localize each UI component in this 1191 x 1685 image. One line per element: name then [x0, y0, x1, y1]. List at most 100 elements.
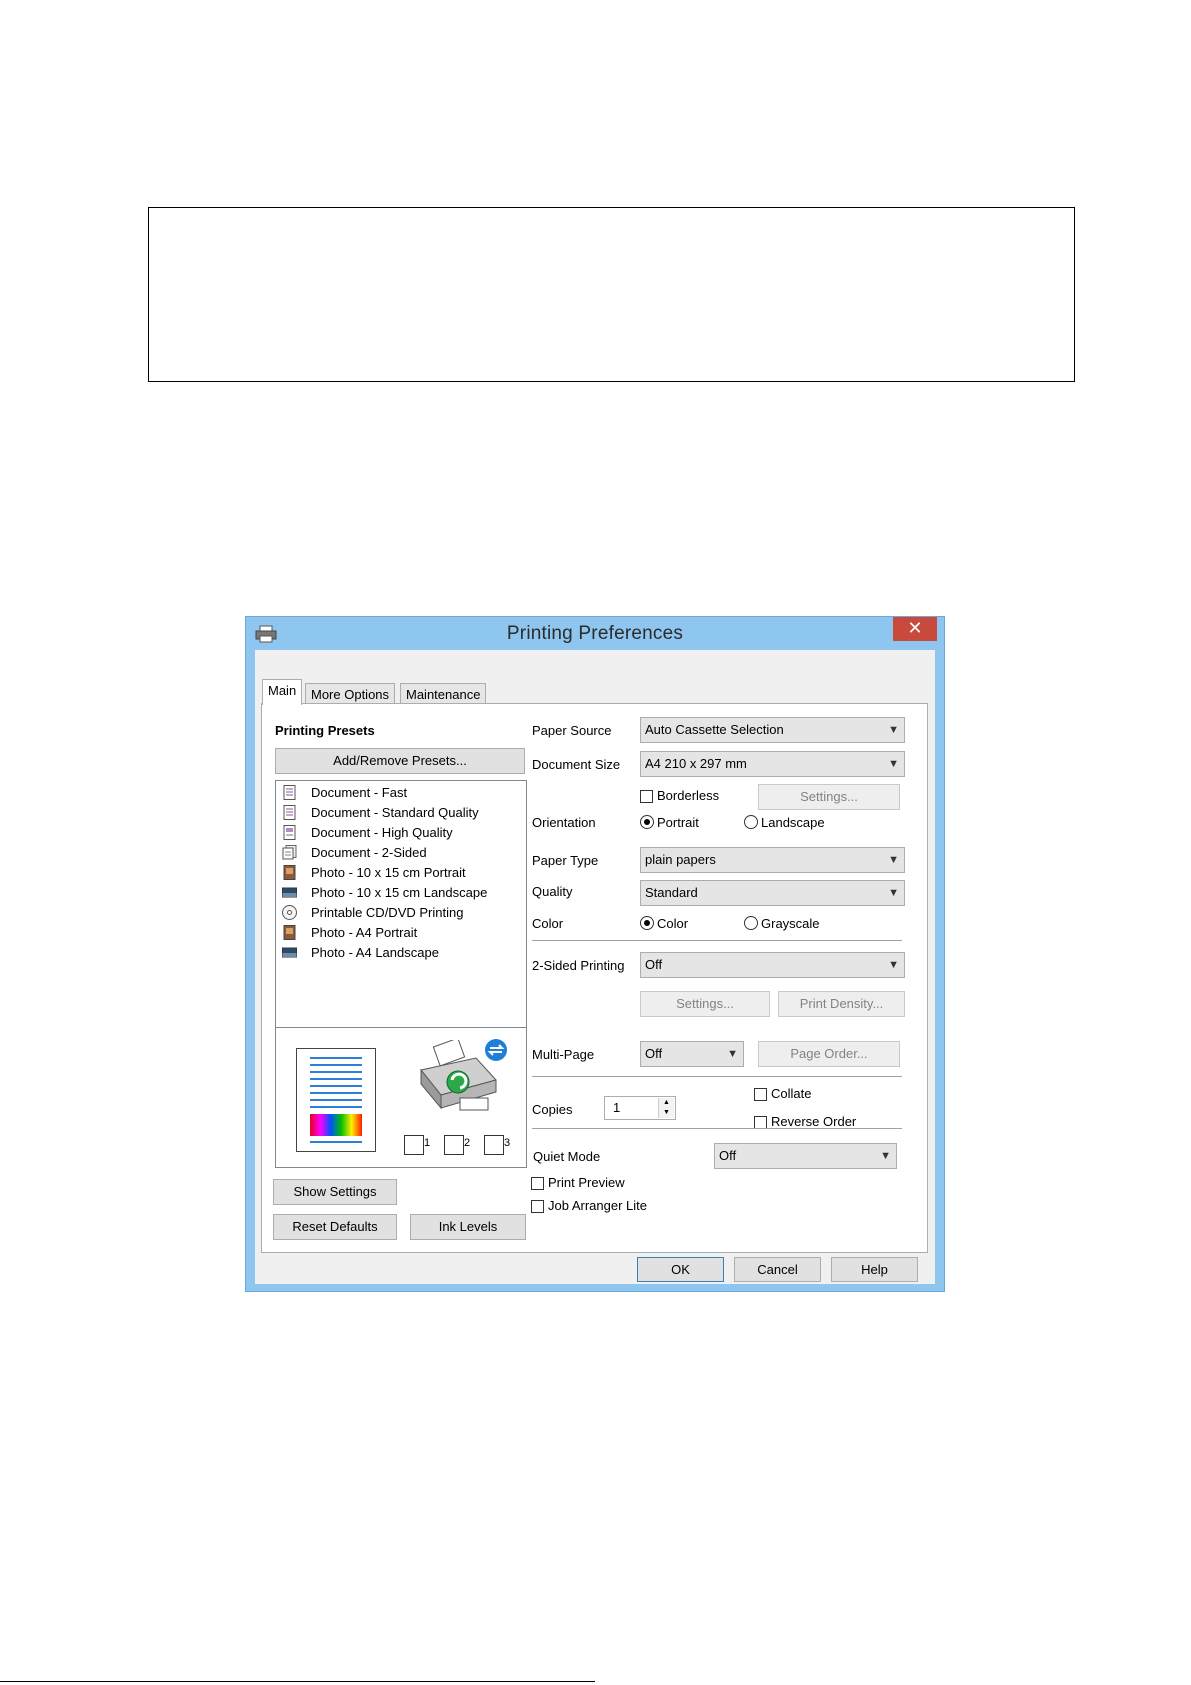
color-radio[interactable] — [640, 916, 654, 930]
chevron-down-icon: ▼ — [888, 887, 899, 899]
photo-portrait-icon — [283, 925, 296, 940]
job-arranger-label: Job Arranger Lite — [548, 1198, 648, 1213]
page-preview-icon — [296, 1048, 376, 1152]
preset-label: Document - High Quality — [311, 825, 453, 840]
borderless-checkbox[interactable] — [640, 790, 653, 803]
photo-portrait-icon — [283, 865, 296, 880]
tab-main[interactable]: Main — [262, 679, 303, 705]
borderless-settings-button[interactable]: Settings... — [758, 784, 900, 810]
print-preview-checkbox[interactable] — [531, 1177, 544, 1190]
preset-label: Photo - 10 x 15 cm Portrait — [311, 865, 466, 880]
grayscale-radio[interactable] — [744, 916, 758, 930]
two-sided-value: Off — [645, 957, 663, 972]
tab-maintenance[interactable]: Maintenance — [400, 683, 487, 705]
show-settings-button[interactable]: Show Settings — [273, 1179, 397, 1205]
dialog-client: Main More Options Maintenance Printing P… — [255, 650, 935, 1284]
title-bar[interactable]: Printing Preferences ✕ — [246, 617, 944, 649]
ok-button[interactable]: OK — [637, 1257, 724, 1282]
copy-number: 3 — [504, 1137, 511, 1149]
landscape-radio[interactable] — [744, 815, 758, 829]
document-icon — [283, 785, 296, 800]
close-icon: ✕ — [907, 618, 923, 638]
cd-dvd-icon — [282, 905, 297, 920]
document-icon — [283, 825, 296, 840]
multi-page-value: Off — [645, 1046, 663, 1061]
quiet-mode-label: Quiet Mode — [533, 1149, 601, 1164]
chevron-down-icon: ▼ — [888, 959, 899, 971]
job-arranger-checkbox[interactable] — [531, 1200, 544, 1213]
copy-page-icon — [404, 1135, 424, 1155]
copy-order-icons: 1 2 3 — [404, 1131, 514, 1157]
document-size-label: Document Size — [532, 757, 621, 772]
chevron-down-icon: ▼ — [880, 1150, 891, 1162]
reset-defaults-button[interactable]: Reset Defaults — [273, 1214, 397, 1240]
print-preview-panel: 1 2 3 — [275, 1027, 527, 1168]
preset-label: Document - 2-Sided — [311, 845, 427, 860]
paper-type-label: Paper Type — [532, 853, 599, 868]
color-label: Color — [532, 916, 564, 931]
section-divider — [532, 940, 902, 942]
refresh-icon[interactable] — [484, 1038, 508, 1062]
collate-checkbox[interactable] — [754, 1088, 767, 1101]
close-button[interactable]: ✕ — [893, 617, 937, 641]
preset-label: Printable CD/DVD Printing — [311, 905, 464, 920]
quiet-mode-value: Off — [719, 1148, 737, 1163]
print-density-button[interactable]: Print Density... — [778, 991, 905, 1017]
stepper-arrows-icon[interactable]: ▲ ▼ — [658, 1098, 674, 1118]
grayscale-label: Grayscale — [761, 916, 820, 931]
color-option-label: Color — [657, 916, 689, 931]
document-size-value: A4 210 x 297 mm — [645, 756, 747, 771]
quality-select[interactable]: Standard ▼ — [640, 880, 905, 906]
borderless-label: Borderless — [657, 788, 720, 803]
copy-number: 2 — [464, 1137, 471, 1149]
chevron-down-icon: ▼ — [888, 758, 899, 770]
preset-label: Photo - A4 Portrait — [311, 925, 418, 940]
quality-value: Standard — [645, 885, 698, 900]
preset-label: Document - Fast — [311, 785, 408, 800]
two-sided-settings-button[interactable]: Settings... — [640, 991, 770, 1017]
preset-label: Document - Standard Quality — [311, 805, 479, 820]
document-size-select[interactable]: A4 210 x 297 mm ▼ — [640, 751, 905, 777]
cancel-button[interactable]: Cancel — [734, 1257, 821, 1282]
quiet-mode-select[interactable]: Off ▼ — [714, 1143, 897, 1169]
chevron-down-icon: ▼ — [888, 724, 899, 736]
printing-preferences-window: Printing Preferences ✕ Main More Options… — [245, 616, 945, 1292]
window-title: Printing Preferences — [506, 623, 684, 644]
photo-landscape-icon — [282, 887, 297, 898]
multi-page-label: Multi-Page — [532, 1047, 595, 1062]
help-button[interactable]: Help — [831, 1257, 918, 1282]
footer-rule — [0, 1681, 595, 1682]
preset-label: Photo - A4 Landscape — [311, 945, 439, 960]
paper-source-select[interactable]: Auto Cassette Selection ▼ — [640, 717, 905, 743]
copy-page-icon — [444, 1135, 464, 1155]
section-divider — [532, 1128, 902, 1130]
orientation-label: Orientation — [532, 815, 596, 830]
chevron-down-icon: ▼ — [727, 1048, 738, 1060]
add-remove-presets-button[interactable]: Add/Remove Presets... — [275, 748, 525, 774]
multi-page-select[interactable]: Off ▼ — [640, 1041, 744, 1067]
portrait-radio[interactable] — [640, 815, 654, 829]
collate-label: Collate — [771, 1086, 812, 1101]
reverse-order-label: Reverse Order — [771, 1114, 857, 1129]
print-preview-label: Print Preview — [548, 1175, 625, 1190]
copies-stepper[interactable]: 1 ▲ ▼ — [604, 1096, 676, 1120]
landscape-label: Landscape — [761, 815, 825, 830]
copy-page-icon — [484, 1135, 504, 1155]
portrait-label: Portrait — [657, 815, 699, 830]
copies-label: Copies — [532, 1102, 573, 1117]
paper-source-label: Paper Source — [532, 723, 612, 738]
page-order-button[interactable]: Page Order... — [758, 1041, 900, 1067]
paper-source-value: Auto Cassette Selection — [645, 722, 784, 737]
ink-levels-button[interactable]: Ink Levels — [410, 1214, 526, 1240]
printing-presets-heading: Printing Presets — [275, 723, 375, 738]
preset-label: Photo - 10 x 15 cm Landscape — [311, 885, 488, 900]
note-box — [148, 207, 1075, 382]
presets-list[interactable]: Document - Fast Document - Standard Qual… — [275, 780, 527, 1028]
paper-type-value: plain papers — [645, 852, 716, 867]
copies-value: 1 — [613, 1100, 621, 1115]
two-sided-select[interactable]: Off ▼ — [640, 952, 905, 978]
quality-label: Quality — [532, 884, 573, 899]
two-sided-label: 2-Sided Printing — [532, 958, 625, 973]
paper-type-select[interactable]: plain papers ▼ — [640, 847, 905, 873]
tab-more-options[interactable]: More Options — [305, 683, 396, 705]
